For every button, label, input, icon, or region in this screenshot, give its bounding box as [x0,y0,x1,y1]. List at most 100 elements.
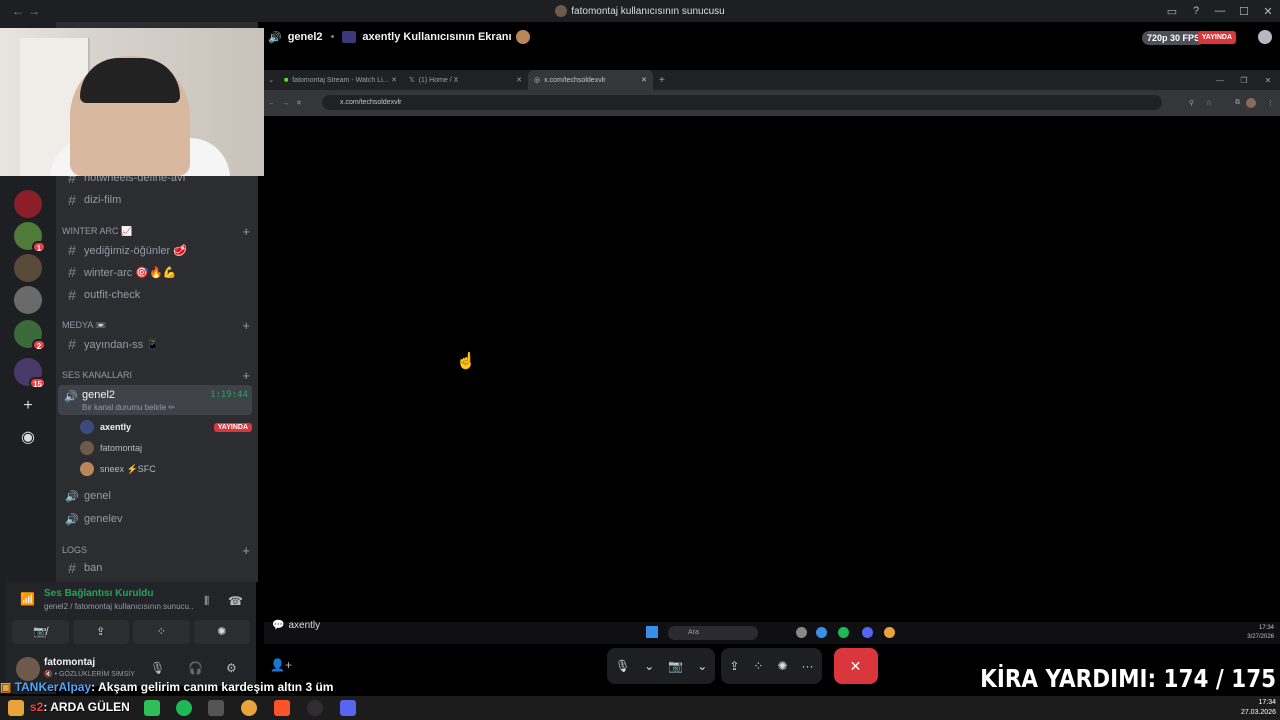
minimize-button[interactable]: — [1208,76,1232,85]
voice-channel-item[interactable]: 🔊 genelev [62,509,252,529]
signal-icon[interactable]: 📶 [20,592,35,606]
voice-member[interactable]: sneex ⚡SFC [80,459,252,479]
now-playing-overlay: s2: ARDA GÜLEN [30,700,130,714]
server-icon[interactable] [14,190,42,218]
browser-tab[interactable]: ■ fatomontaj Stream - Watch Li... ✕ [278,70,403,90]
microphone-icon[interactable]: 🎙 [150,661,165,675]
active-voice-channel[interactable]: 🔊 genel2 Bir kanal durumu belirle ✏ 1:19… [58,385,252,415]
gear-icon[interactable]: ⚙ [226,661,237,675]
close-icon[interactable]: ✕ [391,76,397,84]
server-icon[interactable] [14,286,42,314]
tab-label: (1) Home / X [418,76,459,84]
close-button[interactable]: ✕ [1256,5,1280,18]
browser-tab-active[interactable]: ◎ x.com/techsoldexvlr ✕ [528,70,653,90]
bookmark-star-icon[interactable]: ☆ [1206,99,1212,107]
inbox-icon[interactable]: ▭ [1160,5,1184,18]
channel-item[interactable]: # outfit-check [62,285,252,305]
channel-item[interactable]: # yediğimiz-öğünler 🥩 [62,240,252,260]
profile-avatar[interactable] [1246,98,1256,108]
speaker-icon: 🔊 [64,391,78,403]
add-user-icon[interactable]: 👤+ [270,658,292,672]
close-icon[interactable]: ✕ [516,76,522,84]
screenshare-icon[interactable]: ⇪ [729,659,739,673]
add-channel-icon[interactable]: + [242,224,250,239]
url-field[interactable]: x.com/techsoldexvlr [322,95,1162,110]
discord-icon[interactable] [340,700,356,716]
server-icon[interactable]: 15 [14,358,46,389]
headphones-icon[interactable]: 🎧 [188,661,203,675]
avatar [515,30,530,44]
add-server-icon[interactable]: + [14,392,42,420]
stream-title: axently Kullanıcısının Ekranı [362,31,512,43]
channel-name: yayından-ss 📱 [84,338,161,351]
zoom-icon[interactable]: ⚲ [1189,99,1194,107]
chevron-down-icon[interactable]: ⌄ [644,659,654,673]
channel-item[interactable]: # dizi-film [62,190,252,210]
camera-off-icon[interactable]: 📷 [668,659,683,673]
window-title: fatomontaj kullanıcısının sunucusu [0,5,1280,17]
hash-icon: # [68,560,76,576]
add-channel-icon[interactable]: + [242,318,250,333]
channel-item[interactable]: # winter-arc 🎯🔥💪 [62,262,252,282]
microphone-icon[interactable]: 🎙 [615,659,630,673]
voice-member[interactable]: fatomontaj [80,438,252,458]
voice-channel-item[interactable]: 🔊 genel [62,486,252,506]
chevron-down-icon[interactable]: ⌄ [697,659,707,673]
stop-loading-icon[interactable]: ✕ [296,99,310,107]
os-clock: 17:34 27.03.2026 [1240,699,1276,716]
close-button[interactable]: ✕ [1256,76,1280,85]
disconnect-icon[interactable]: ☎ [228,594,243,608]
chrome-icon[interactable] [241,700,257,716]
back-arrow-icon[interactable]: ← [268,100,282,107]
more-menu-icon[interactable]: ⋮ [1267,99,1274,107]
soundboard-button[interactable]: ✺ [193,620,250,644]
category-medya[interactable]: MEDYA 📼 + [62,318,250,333]
channel-item[interactable]: # ban [62,558,252,578]
channel-item[interactable]: # yayından-ss 📱 [62,334,252,354]
category-logs[interactable]: LOGS + [62,543,250,558]
more-options-icon[interactable]: ··· [802,659,814,673]
user-name[interactable]: fatomontaj [44,657,95,668]
add-channel-icon[interactable]: + [242,368,250,383]
forward-arrow-icon[interactable]: → [26,4,42,18]
category-label: WINTER ARC 📈 [62,225,133,236]
maximize-button[interactable]: ❐ [1232,76,1256,85]
calculator-icon[interactable] [208,700,224,716]
activities-icon[interactable]: ⁘ [753,659,763,673]
avatar[interactable] [16,657,40,681]
camera-button[interactable]: 📷̸ [12,620,69,644]
browser-tab[interactable]: 𝕏 (1) Home / X ✕ [403,70,528,90]
user-identity-icon [342,31,357,43]
voice-channel-status[interactable]: Bir kanal durumu belirle ✏ [82,403,175,412]
back-arrow-icon[interactable]: ← [10,4,26,18]
taskbar-app-icon[interactable] [8,700,24,716]
add-channel-icon[interactable]: + [242,543,250,558]
spotify-icon[interactable] [176,700,192,716]
voice-connected-sub[interactable]: genel2 / fatomontaj kullanıcısının sunuc… [44,602,194,611]
obs-icon[interactable] [307,700,323,716]
voice-panel-buttons: 📷̸ ⇪ ⁘ ✺ [6,620,256,644]
chat-icon[interactable] [1258,30,1272,44]
noise-suppression-icon[interactable]: ⦀ [204,594,209,609]
server-icon[interactable]: 2 [14,320,46,351]
help-icon[interactable]: ? [1184,5,1208,17]
server-icon[interactable] [14,254,42,282]
category-voice[interactable]: Ses Kanalları + [62,368,250,383]
tab-menu-icon[interactable]: ⌄ [264,76,278,84]
screenshare-button[interactable]: ⇪ [72,620,129,644]
extensions-icon[interactable]: ⧉ [1235,99,1240,107]
disconnect-button[interactable]: ✕ [833,648,878,684]
category-winter-arc[interactable]: WINTER ARC 📈 + [62,224,250,239]
forward-arrow-icon[interactable]: → [282,100,296,107]
voice-member[interactable]: axently YAYINDA [80,417,252,437]
soundboard-icon[interactable]: ✺ [777,659,787,673]
maximize-button[interactable]: ☐ [1232,5,1256,18]
stream-quality-badge: 720p 30 FPS [1141,31,1205,45]
new-tab-button[interactable]: + [659,75,665,86]
minimize-button[interactable]: — [1208,5,1232,17]
activities-button[interactable]: ⁘ [133,620,190,644]
brave-icon[interactable] [274,700,290,716]
close-icon[interactable]: ✕ [641,76,647,84]
discover-icon[interactable]: ◉ [14,424,42,452]
server-icon[interactable]: 1 [14,222,46,253]
